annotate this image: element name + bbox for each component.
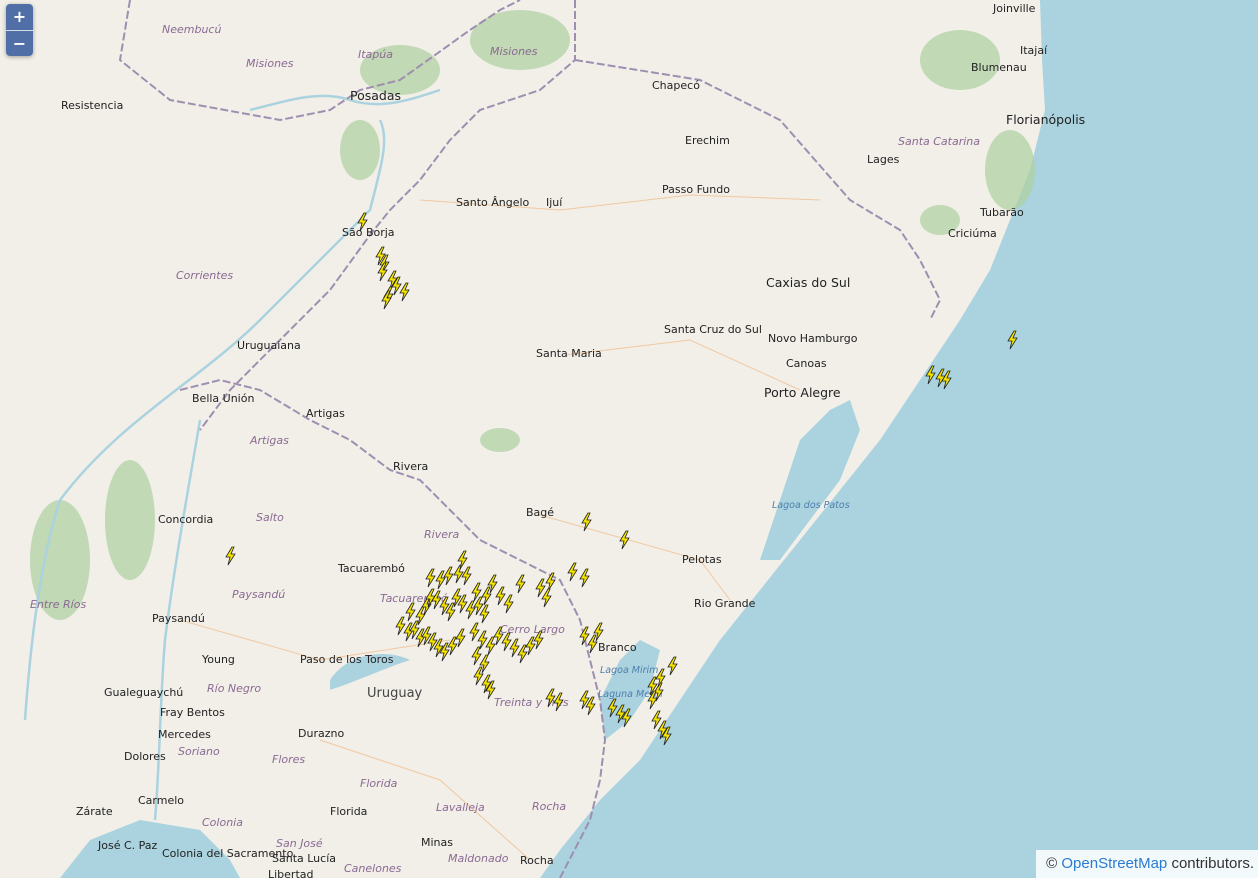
city-label: Libertad bbox=[268, 868, 314, 878]
copyright-symbol: © bbox=[1046, 855, 1058, 872]
city-label: Pelotas bbox=[682, 553, 722, 566]
region-label: Río Negro bbox=[207, 682, 261, 695]
city-label: Zárate bbox=[76, 805, 113, 818]
city-label: Fray Bentos bbox=[160, 706, 225, 719]
city-label: Erechim bbox=[685, 134, 730, 147]
city-label: Caxias do Sul bbox=[766, 275, 850, 290]
region-label: Misiones bbox=[490, 45, 538, 58]
city-label: Ijuí bbox=[546, 196, 563, 209]
city-label: Bella Unión bbox=[192, 392, 254, 405]
city-label: Minas bbox=[421, 836, 453, 849]
city-label: Canoas bbox=[786, 357, 827, 370]
city-label: Novo Hamburgo bbox=[768, 332, 858, 345]
city-label: Porto Alegre bbox=[764, 385, 841, 400]
city-label: Tubarão bbox=[979, 206, 1024, 219]
region-label: Lavalleja bbox=[436, 801, 485, 814]
water-label: Lagoa Mirim bbox=[600, 665, 658, 676]
city-label: Santa Lucía bbox=[272, 852, 336, 865]
city-label: Santo Ângelo bbox=[456, 196, 530, 209]
region-label: Rivera bbox=[424, 528, 459, 541]
city-label: Artigas bbox=[306, 407, 345, 420]
region-label: Salto bbox=[256, 511, 284, 524]
city-label: Paso de los Toros bbox=[300, 653, 394, 666]
city-label: Rivera bbox=[393, 460, 428, 473]
map-canvas[interactable]: Joinville Itajaí Blumenau Florianópolis … bbox=[0, 0, 1258, 878]
region-label: Corrientes bbox=[176, 269, 233, 282]
city-label: Santa Maria bbox=[536, 347, 602, 360]
region-label: Maldonado bbox=[448, 852, 509, 865]
city-label: Durazno bbox=[298, 727, 344, 740]
region-label: Canelones bbox=[344, 862, 402, 875]
city-label: Uruguaiana bbox=[237, 339, 301, 352]
water-label: Lagoa dos Patos bbox=[772, 500, 850, 511]
city-label: Posadas bbox=[350, 88, 401, 103]
city-label: Dolores bbox=[124, 750, 166, 763]
region-label: Entre Ríos bbox=[30, 598, 86, 611]
region-label: Misiones bbox=[246, 57, 294, 70]
region-label: Soriano bbox=[178, 745, 220, 758]
city-label: Chapecó bbox=[652, 79, 700, 92]
zoom-control: + − bbox=[6, 4, 33, 56]
city-label: Blumenau bbox=[971, 61, 1027, 74]
city-label: Florianópolis bbox=[1006, 112, 1085, 127]
region-label: Paysandú bbox=[232, 588, 285, 601]
city-label: São Borja bbox=[342, 226, 395, 239]
city-label: Joinville bbox=[992, 2, 1036, 15]
city-label: Branco bbox=[598, 641, 637, 654]
region-label: Santa Catarina bbox=[898, 135, 980, 148]
city-label: Bagé bbox=[526, 506, 554, 519]
zoom-out-button[interactable]: − bbox=[6, 30, 33, 56]
city-label: Gualeguaychú bbox=[104, 686, 183, 699]
city-label: Paysandú bbox=[152, 612, 205, 625]
map-attribution: © OpenStreetMap contributors. bbox=[1036, 850, 1258, 878]
city-label: José C. Paz bbox=[97, 839, 158, 852]
city-label: Passo Fundo bbox=[662, 183, 730, 196]
region-label: San José bbox=[276, 837, 323, 850]
city-label: Young bbox=[201, 653, 235, 666]
country-label: Uruguay bbox=[367, 686, 423, 701]
region-label: Flores bbox=[272, 753, 305, 766]
city-label: Itajaí bbox=[1020, 44, 1048, 57]
attribution-suffix: contributors. bbox=[1167, 855, 1254, 872]
city-label: Tacuarembó bbox=[337, 562, 405, 575]
city-label: Rocha bbox=[520, 854, 554, 867]
region-label: Florida bbox=[360, 777, 398, 790]
city-label: Lages bbox=[867, 153, 900, 166]
region-label: Itapúa bbox=[358, 48, 393, 61]
city-label: Carmelo bbox=[138, 794, 184, 807]
region-label: Artigas bbox=[249, 434, 289, 447]
city-label: Rio Grande bbox=[694, 597, 756, 610]
city-label: Resistencia bbox=[61, 99, 123, 112]
city-label: Criciúma bbox=[948, 227, 997, 240]
zoom-in-button[interactable]: + bbox=[6, 4, 33, 30]
openstreetmap-link[interactable]: OpenStreetMap bbox=[1061, 855, 1167, 872]
city-label: Concordia bbox=[158, 513, 213, 526]
region-label: Neembucú bbox=[162, 23, 221, 36]
city-label: Santa Cruz do Sul bbox=[664, 323, 762, 336]
region-label: Colonia bbox=[202, 816, 243, 829]
region-label: Rocha bbox=[532, 800, 566, 813]
city-label: Florida bbox=[330, 805, 367, 818]
city-label: Mercedes bbox=[158, 728, 211, 741]
